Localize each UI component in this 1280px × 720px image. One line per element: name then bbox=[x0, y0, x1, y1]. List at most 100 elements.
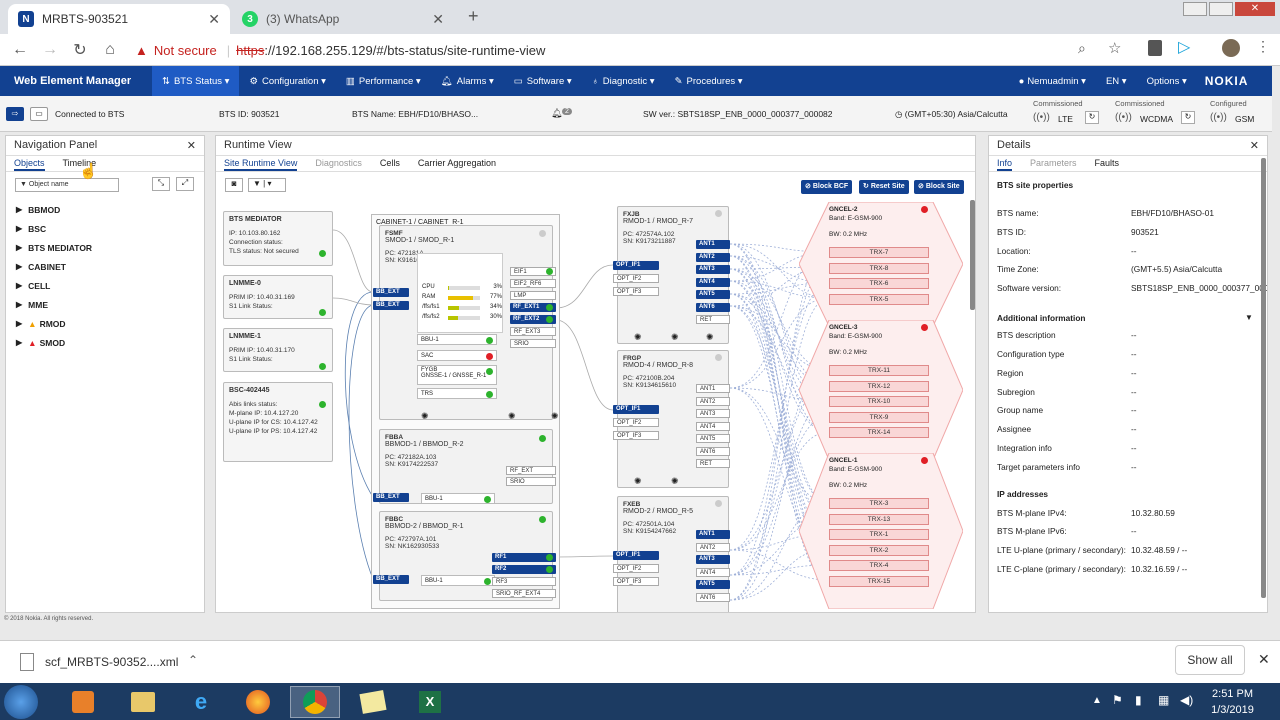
trx-item[interactable]: TRX-15 bbox=[829, 575, 929, 587]
port-srio_rf_ext4[interactable]: SRIO_RF_EXT4 bbox=[492, 589, 556, 598]
show-all-button[interactable]: Show all bbox=[1175, 645, 1245, 675]
browser-menu-icon[interactable]: ⋮ bbox=[1256, 38, 1270, 55]
port-opt_if1[interactable]: OPT_IF1 bbox=[613, 551, 659, 560]
filter-dropdown[interactable]: ▼ | ▾ bbox=[248, 178, 286, 192]
trx-item[interactable]: TRX-2 bbox=[829, 544, 929, 556]
bookmark-star-icon[interactable]: ☆ bbox=[1108, 39, 1121, 57]
extension-icon[interactable] bbox=[1148, 40, 1162, 56]
chevron-down-icon[interactable]: ▼ bbox=[1245, 313, 1253, 322]
home-icon[interactable]: ⌂ bbox=[95, 41, 125, 59]
new-tab-icon[interactable]: + bbox=[468, 6, 479, 27]
port-opt_if2[interactable]: OPT_IF2 bbox=[613, 418, 659, 427]
tab-mrbts[interactable]: N MRBTS-903521 ✕ bbox=[8, 4, 230, 34]
network-icon[interactable]: ▦ bbox=[1158, 693, 1169, 707]
forward-icon[interactable]: → bbox=[35, 41, 65, 59]
menu-diagnostic[interactable]: ♁ Diagnostic ▾ bbox=[582, 66, 665, 96]
caret-right-icon[interactable]: ▶ bbox=[16, 281, 22, 290]
fbbc-bbu[interactable]: BBU-1 bbox=[421, 575, 495, 586]
firefox-icon[interactable] bbox=[233, 686, 283, 718]
section-additional-information[interactable]: Additional information bbox=[997, 313, 1086, 323]
fygb-unit[interactable]: FYGB GNSSE-1 / GNSSE_R-1 bbox=[417, 365, 497, 385]
url-field[interactable]: ▲ Not secure | https ://192.168.255.129/… bbox=[135, 38, 1135, 62]
port-opt_if1[interactable]: OPT_IF1 bbox=[613, 261, 659, 270]
tab-objects[interactable]: Objects bbox=[14, 156, 45, 171]
port-srio[interactable]: SRIO bbox=[510, 339, 556, 348]
minimize-icon[interactable] bbox=[1183, 2, 1207, 16]
fsmf-subunit[interactable]: BBU-1 bbox=[417, 334, 497, 345]
trx-item[interactable]: TRX-5 bbox=[829, 293, 929, 305]
folder-icon[interactable]: ▭ bbox=[30, 107, 48, 121]
tree-item[interactable]: ▶ BTS MEDIATOR bbox=[6, 238, 204, 257]
reload-icon[interactable]: ↻ bbox=[65, 40, 95, 60]
tree-item[interactable]: ▶ MME bbox=[6, 295, 204, 314]
port-rf_ext[interactable]: RF_EXT bbox=[506, 466, 556, 475]
tab-diagnostics[interactable]: Diagnostics bbox=[315, 156, 362, 171]
menu-performance[interactable]: ▥ Performance ▾ bbox=[336, 66, 431, 96]
tab-whatsapp[interactable]: 3 (3) WhatsApp ✕ bbox=[232, 4, 454, 34]
port-ant2[interactable]: ANT2 bbox=[696, 396, 730, 406]
port-ant4[interactable]: ANT4 bbox=[696, 277, 730, 287]
port-bb-ext[interactable]: BB_EXT bbox=[373, 288, 409, 297]
caret-right-icon[interactable]: ▶ bbox=[16, 319, 22, 328]
port-ant6[interactable]: ANT6 bbox=[696, 302, 730, 312]
clock-time[interactable]: 2:51 PM bbox=[1205, 688, 1260, 700]
port-ant1[interactable]: ANT1 bbox=[696, 384, 730, 393]
bts-mediator-card[interactable]: BTS MEDIATOR IP: 10.103.80.162 Connection … bbox=[223, 211, 333, 266]
trx-item[interactable]: TRX-11 bbox=[829, 365, 929, 376]
port-srio[interactable]: SRIO bbox=[506, 477, 556, 486]
trx-item[interactable]: TRX-4 bbox=[829, 560, 929, 571]
port-ant6[interactable]: ANT6 bbox=[696, 592, 730, 602]
collapse-icon[interactable]: ⤡ bbox=[152, 177, 170, 191]
tree-item[interactable]: ▶ BSC bbox=[6, 219, 204, 238]
port-ant5[interactable]: ANT5 bbox=[696, 434, 730, 443]
trx-item[interactable]: TRX-10 bbox=[829, 396, 929, 407]
refresh-wcdma-icon[interactable]: ↻ bbox=[1181, 111, 1195, 124]
trx-item[interactable]: TRX-7 bbox=[829, 247, 929, 258]
caret-right-icon[interactable]: ▶ bbox=[16, 338, 22, 347]
port-opt_if1[interactable]: OPT_IF1 bbox=[613, 405, 659, 414]
port-ant4[interactable]: ANT4 bbox=[696, 567, 730, 577]
port-ret[interactable]: RET bbox=[696, 315, 730, 324]
zoom-icon[interactable]: ⌕ bbox=[1078, 40, 1086, 57]
connect-icon[interactable]: ⇨ bbox=[6, 107, 24, 121]
close-icon[interactable]: ✕ bbox=[187, 139, 196, 152]
lnmme-1-card[interactable]: LNMME-1 PRIM IP: 10.40.31.170 S1 Link Stat… bbox=[223, 328, 333, 372]
menu-software[interactable]: ▭ Software ▾ bbox=[504, 66, 582, 96]
start-button[interactable] bbox=[4, 685, 38, 719]
back-icon[interactable]: ← bbox=[5, 41, 35, 59]
chrome-icon[interactable] bbox=[290, 686, 340, 718]
menu-configuration[interactable]: ⚙ Configuration ▾ bbox=[239, 66, 335, 96]
trx-item[interactable]: TRX-9 bbox=[829, 411, 929, 423]
port-rf3[interactable]: RF3 bbox=[492, 577, 556, 586]
port-ant3[interactable]: ANT3 bbox=[696, 265, 730, 274]
camera-icon[interactable]: ◙ bbox=[225, 178, 243, 192]
tab-carrier-aggregation[interactable]: Carrier Aggregation bbox=[418, 156, 496, 171]
block-site-button[interactable]: ⊘ Block Site bbox=[914, 180, 964, 194]
details-scrollbar[interactable] bbox=[1261, 158, 1266, 598]
trx-item[interactable]: TRX-6 bbox=[829, 278, 929, 289]
tab-parameters[interactable]: Parameters bbox=[1030, 156, 1077, 171]
port-opt_if3[interactable]: OPT_IF3 bbox=[613, 431, 659, 440]
port-opt_if2[interactable]: OPT_IF2 bbox=[613, 564, 659, 573]
trx-item[interactable]: TRX-12 bbox=[829, 380, 929, 392]
fbba-bbu[interactable]: BBU-1 bbox=[421, 493, 495, 504]
close-icon[interactable]: ✕ bbox=[1258, 651, 1270, 668]
extension-play-icon[interactable]: ▷ bbox=[1178, 37, 1190, 57]
tab-faults[interactable]: Faults bbox=[1095, 156, 1120, 171]
media-player-icon[interactable] bbox=[58, 686, 108, 718]
port-ret[interactable]: RET bbox=[696, 459, 730, 468]
port-rf_ext3[interactable]: RF_EXT3 bbox=[510, 327, 556, 336]
port-bb-ext[interactable]: BB_EXT bbox=[373, 575, 409, 584]
port-ant1[interactable]: ANT1 bbox=[696, 240, 730, 249]
volume-icon[interactable]: ◀) bbox=[1180, 693, 1193, 707]
flag-icon[interactable]: ⚑ bbox=[1112, 693, 1123, 707]
expand-icon[interactable]: ⤢ bbox=[176, 177, 194, 191]
download-filename[interactable]: scf_MRBTS-90352....xml bbox=[45, 655, 178, 669]
object-name-filter[interactable]: ▼ Object name bbox=[15, 178, 119, 192]
port-ant5[interactable]: ANT5 bbox=[696, 580, 730, 589]
tab-site-runtime-view[interactable]: Site Runtime View bbox=[224, 156, 298, 171]
fsmf-subunit[interactable]: TRS bbox=[417, 388, 497, 399]
port-lmp[interactable]: LMP bbox=[510, 291, 556, 300]
trx-item[interactable]: TRX-14 bbox=[829, 427, 929, 438]
close-icon[interactable]: ✕ bbox=[1250, 139, 1259, 152]
